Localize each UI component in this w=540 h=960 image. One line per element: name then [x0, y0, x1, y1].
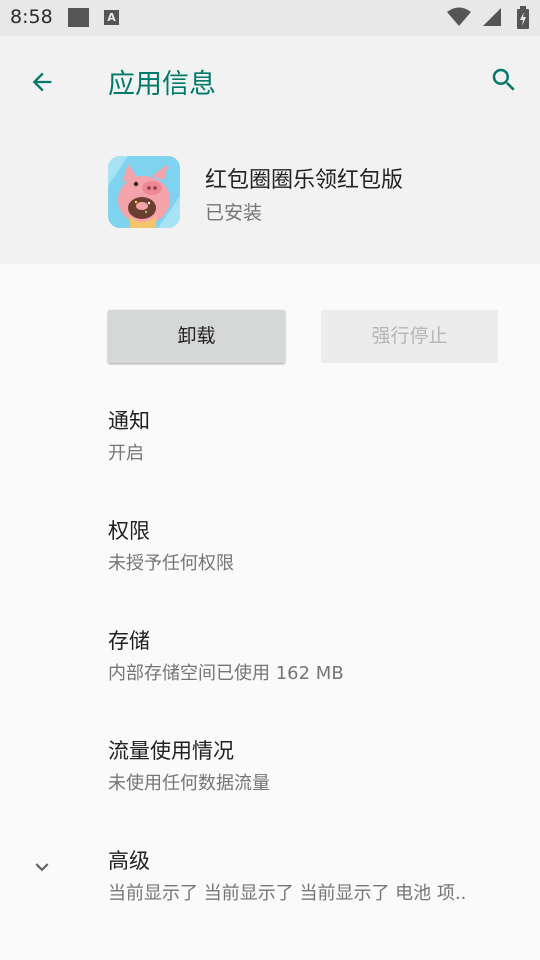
battery-charging-icon: [517, 6, 529, 29]
pref-title: 高级: [108, 849, 150, 873]
pref-summary: 内部存储空间已使用 162 MB: [108, 663, 344, 684]
search-icon: [492, 68, 515, 91]
pref-notifications[interactable]: 通知 开启: [0, 405, 540, 515]
pref-title: 通知: [108, 409, 150, 433]
app-a-icon: A: [104, 10, 119, 25]
pref-summary: 未授予任何权限: [108, 553, 234, 574]
arrow-back-icon: [32, 72, 52, 92]
pref-title: 存储: [108, 629, 150, 653]
page-title: 应用信息: [108, 69, 216, 100]
status-bar: 8:58 A: [0, 0, 540, 36]
back-button[interactable]: [20, 60, 64, 104]
search-button[interactable]: [482, 58, 526, 102]
status-time: 8:58: [10, 6, 53, 28]
pref-summary: 开启: [108, 443, 144, 464]
app-name: 红包圈圈乐领红包版: [205, 168, 404, 193]
pref-data-usage[interactable]: 流量使用情况 未使用任何数据流量: [0, 735, 540, 845]
uninstall-button[interactable]: 卸载: [108, 310, 285, 363]
app-install-status: 已安装: [205, 202, 263, 224]
app-header: 应用信息 红包圈圈乐领红包版 已安装: [0, 36, 540, 264]
pref-summary: 当前显示了 当前显示了 当前显示了 电池 项..: [108, 883, 467, 904]
pref-storage[interactable]: 存储 内部存储空间已使用 162 MB: [0, 625, 540, 735]
wifi-icon: [446, 7, 471, 26]
status-icons: [446, 6, 530, 30]
square-icon: [68, 8, 89, 27]
pref-permissions[interactable]: 权限 未授予任何权限: [0, 515, 540, 625]
pref-summary: 未使用任何数据流量: [108, 773, 270, 794]
signal-icon: [482, 8, 501, 26]
force-stop-button[interactable]: 强行停止: [321, 310, 498, 363]
pref-title: 权限: [108, 519, 150, 543]
pref-advanced[interactable]: 高级 当前显示了 当前显示了 当前显示了 电池 项..: [0, 845, 540, 955]
pref-title: 流量使用情况: [108, 739, 234, 763]
pig-app-icon: [108, 156, 180, 228]
chevron-down-icon: [26, 851, 58, 883]
